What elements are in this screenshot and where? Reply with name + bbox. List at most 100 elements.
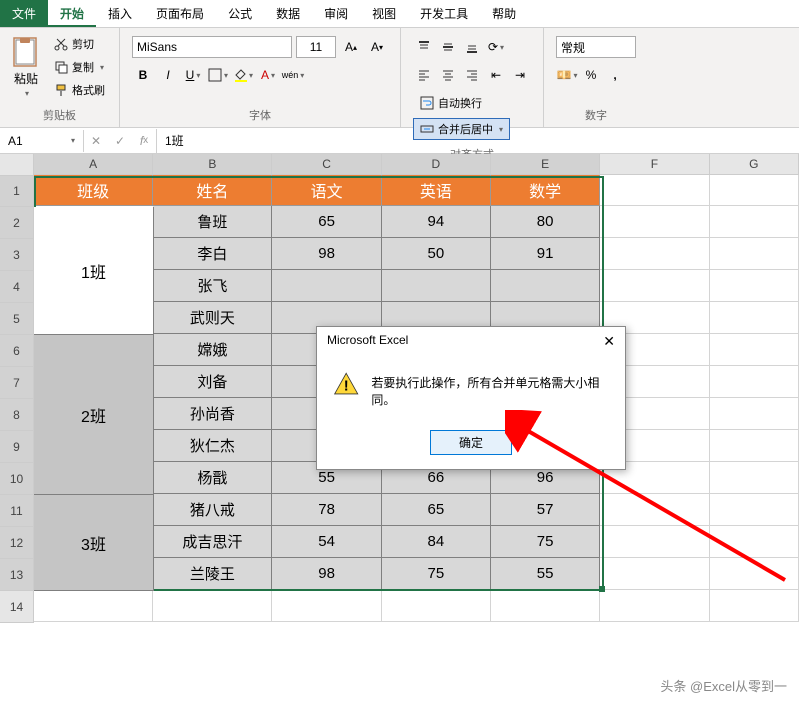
cell[interactable] xyxy=(710,590,799,622)
column-header-D[interactable]: D xyxy=(382,154,491,175)
row-header-14[interactable]: 14 xyxy=(0,591,34,623)
cell[interactable]: 78 xyxy=(272,494,381,526)
cell[interactable] xyxy=(710,558,799,590)
cell[interactable]: 75 xyxy=(382,558,491,590)
merged-cell-class[interactable]: 1班 xyxy=(34,207,154,335)
column-header-G[interactable]: G xyxy=(710,154,799,175)
dialog-close-button[interactable]: ✕ xyxy=(603,333,615,350)
decrease-indent-button[interactable]: ⇤ xyxy=(485,64,507,86)
cell[interactable] xyxy=(491,270,600,302)
currency-button[interactable]: 💴▾ xyxy=(556,64,578,86)
column-header-A[interactable]: A xyxy=(34,154,153,175)
align-middle-button[interactable] xyxy=(437,36,459,58)
column-header-B[interactable]: B xyxy=(153,154,272,175)
menu-help[interactable]: 帮助 xyxy=(480,0,528,27)
cell[interactable]: 94 xyxy=(382,206,491,238)
cell[interactable] xyxy=(382,270,491,302)
paste-button[interactable]: 粘贴 ▾ xyxy=(8,32,44,102)
cell[interactable]: 65 xyxy=(382,494,491,526)
menu-layout[interactable]: 页面布局 xyxy=(144,0,216,27)
select-all-corner[interactable] xyxy=(0,154,34,176)
cell[interactable] xyxy=(710,302,799,334)
bold-button[interactable]: B xyxy=(132,64,154,86)
cell[interactable]: 鲁班 xyxy=(153,206,272,238)
row-header-5[interactable]: 5 xyxy=(0,303,34,335)
increase-font-button[interactable]: A▴ xyxy=(340,36,362,58)
menu-view[interactable]: 视图 xyxy=(360,0,408,27)
cell[interactable]: 语文 xyxy=(272,175,381,206)
menu-data[interactable]: 数据 xyxy=(264,0,312,27)
menu-file[interactable]: 文件 xyxy=(0,0,48,27)
align-top-button[interactable] xyxy=(413,36,435,58)
row-header-12[interactable]: 12 xyxy=(0,527,34,559)
cell[interactable]: 兰陵王 xyxy=(153,558,272,590)
row-header-10[interactable]: 10 xyxy=(0,463,34,495)
cell[interactable] xyxy=(34,590,153,622)
row-header-4[interactable]: 4 xyxy=(0,271,34,303)
fill-color-button[interactable]: ▾ xyxy=(232,64,254,86)
decrease-font-button[interactable]: A▾ xyxy=(366,36,388,58)
cell[interactable] xyxy=(710,206,799,238)
cell[interactable]: 张飞 xyxy=(153,270,272,302)
cell[interactable]: 嫦娥 xyxy=(153,334,272,366)
align-right-button[interactable] xyxy=(461,64,483,86)
cell[interactable]: 成吉思汗 xyxy=(153,526,272,558)
cell[interactable] xyxy=(600,494,709,526)
cell[interactable]: 杨戬 xyxy=(153,462,272,494)
cell[interactable]: 98 xyxy=(272,558,381,590)
menu-insert[interactable]: 插入 xyxy=(96,0,144,27)
row-header-11[interactable]: 11 xyxy=(0,495,34,527)
align-bottom-button[interactable] xyxy=(461,36,483,58)
cell[interactable]: 姓名 xyxy=(153,175,272,206)
cell[interactable] xyxy=(710,430,799,462)
cell[interactable] xyxy=(710,270,799,302)
menu-dev[interactable]: 开发工具 xyxy=(408,0,480,27)
format-painter-button[interactable]: 格式刷 xyxy=(50,80,109,100)
cancel-formula-button[interactable]: ✕ xyxy=(84,129,108,153)
phonetic-button[interactable]: wén▾ xyxy=(282,64,304,86)
cut-button[interactable]: 剪切 xyxy=(50,34,109,54)
percent-button[interactable]: % xyxy=(580,64,602,86)
row-header-1[interactable]: 1 xyxy=(0,176,34,207)
cell[interactable]: 65 xyxy=(272,206,381,238)
cell[interactable] xyxy=(153,590,272,622)
font-name-select[interactable]: MiSans xyxy=(132,36,292,58)
cell[interactable] xyxy=(710,238,799,270)
row-header-3[interactable]: 3 xyxy=(0,239,34,271)
menu-home[interactable]: 开始 xyxy=(48,0,96,27)
comma-button[interactable]: , xyxy=(604,64,626,86)
wrap-text-button[interactable]: 自动换行 xyxy=(413,92,510,114)
cell[interactable]: 50 xyxy=(382,238,491,270)
cell[interactable] xyxy=(600,590,709,622)
cell[interactable]: 猪八戒 xyxy=(153,494,272,526)
italic-button[interactable]: I xyxy=(157,64,179,86)
cell[interactable] xyxy=(710,462,799,494)
cell[interactable] xyxy=(600,206,709,238)
merged-cell-class[interactable]: 2班 xyxy=(34,335,154,495)
cell[interactable] xyxy=(600,238,709,270)
cell[interactable] xyxy=(600,526,709,558)
cell[interactable]: 84 xyxy=(382,526,491,558)
cell[interactable]: 80 xyxy=(491,206,600,238)
row-header-9[interactable]: 9 xyxy=(0,431,34,463)
font-size-select[interactable]: 11 xyxy=(296,36,336,58)
font-color-button[interactable]: A▾ xyxy=(257,64,279,86)
cell[interactable]: 91 xyxy=(491,238,600,270)
cell[interactable]: 班级 xyxy=(34,175,153,206)
cell[interactable] xyxy=(710,526,799,558)
cell[interactable] xyxy=(600,558,709,590)
cell[interactable] xyxy=(272,270,381,302)
cell[interactable]: 98 xyxy=(272,238,381,270)
cell[interactable] xyxy=(710,366,799,398)
increase-indent-button[interactable]: ⇥ xyxy=(509,64,531,86)
fx-button[interactable]: fx xyxy=(132,129,156,153)
column-header-E[interactable]: E xyxy=(491,154,600,175)
enter-formula-button[interactable]: ✓ xyxy=(108,129,132,153)
cell[interactable]: 英语 xyxy=(382,175,491,206)
number-format-select[interactable]: 常规 xyxy=(556,36,636,58)
cell[interactable]: 数学 xyxy=(491,175,600,206)
cell[interactable]: 武则天 xyxy=(153,302,272,334)
cell[interactable]: 狄仁杰 xyxy=(153,430,272,462)
cell[interactable]: 54 xyxy=(272,526,381,558)
cell[interactable]: 刘备 xyxy=(153,366,272,398)
